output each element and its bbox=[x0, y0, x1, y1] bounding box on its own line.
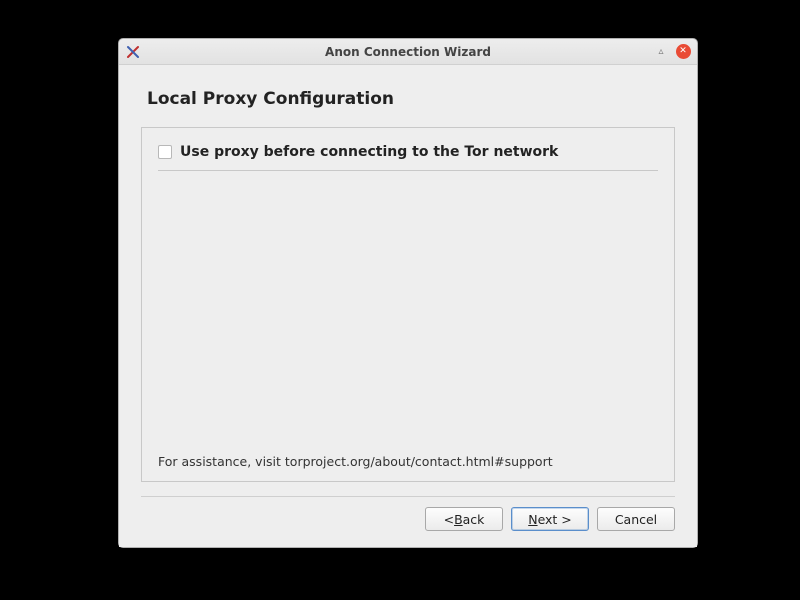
close-button[interactable] bbox=[675, 44, 691, 60]
use-proxy-label: Use proxy before connecting to the Tor n… bbox=[180, 144, 558, 160]
wizard-body: Local Proxy Configuration Use proxy befo… bbox=[119, 65, 697, 547]
use-proxy-checkbox[interactable] bbox=[158, 145, 172, 159]
assistance-text: For assistance, visit torproject.org/abo… bbox=[158, 454, 658, 469]
use-proxy-row[interactable]: Use proxy before connecting to the Tor n… bbox=[158, 144, 658, 160]
page-title: Local Proxy Configuration bbox=[147, 89, 675, 109]
minimize-button[interactable]: ▵ bbox=[653, 44, 669, 60]
cancel-button[interactable]: Cancel bbox=[597, 507, 675, 531]
titlebar[interactable]: Anon Connection Wizard ▵ bbox=[119, 39, 697, 65]
footer-divider bbox=[141, 496, 675, 497]
back-button[interactable]: < Back bbox=[425, 507, 503, 531]
close-icon bbox=[676, 44, 691, 59]
minimize-icon: ▵ bbox=[658, 47, 663, 57]
window-title: Anon Connection Wizard bbox=[119, 45, 697, 59]
app-icon bbox=[125, 44, 141, 60]
content-panel: Use proxy before connecting to the Tor n… bbox=[141, 127, 675, 482]
next-button[interactable]: Next > bbox=[511, 507, 589, 531]
wizard-window: Anon Connection Wizard ▵ Local Proxy Con… bbox=[118, 38, 698, 548]
button-row: < Back Next > Cancel bbox=[141, 507, 675, 535]
